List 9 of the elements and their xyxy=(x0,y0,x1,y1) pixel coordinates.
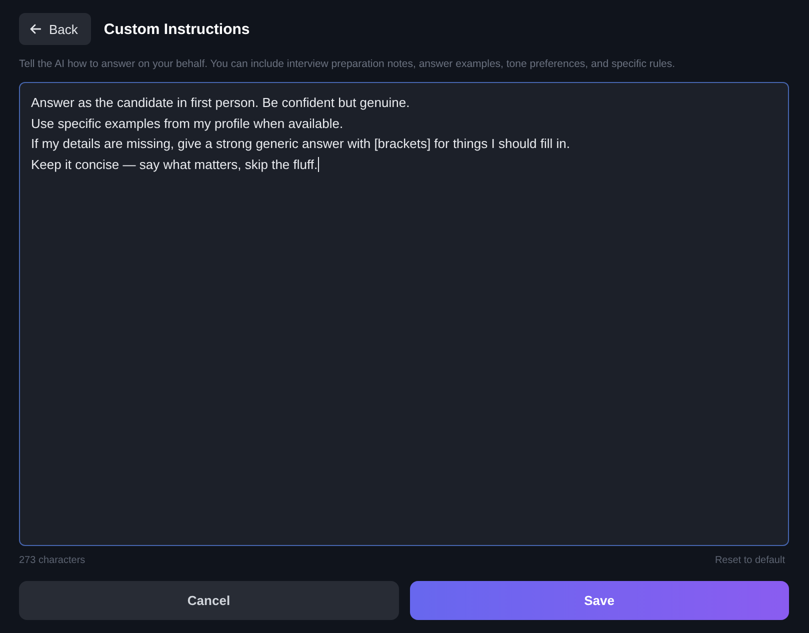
cancel-button[interactable]: Cancel xyxy=(19,581,398,620)
left-arrow-icon xyxy=(30,24,41,34)
description-text: Tell the AI how to answer on your behalf. You can include interview preparation notes, answer examples, tone preferences, and specific rules. xyxy=(19,58,676,71)
instructions-text-area[interactable]: Answer as the candidate in first person. Be confident but genuine. Use specific examples from my profile when available. If my details are missing, give a strong generic answer with [brackets] for things I should fill in. Keep it concise — say what matters, skip the fluff. xyxy=(19,82,789,546)
character-count: 273 characters xyxy=(19,555,86,567)
text-cursor xyxy=(318,157,319,172)
save-button[interactable]: Save xyxy=(410,581,789,620)
back-button[interactable]: Back xyxy=(19,13,91,45)
page-title: Custom Instructions xyxy=(104,20,250,38)
